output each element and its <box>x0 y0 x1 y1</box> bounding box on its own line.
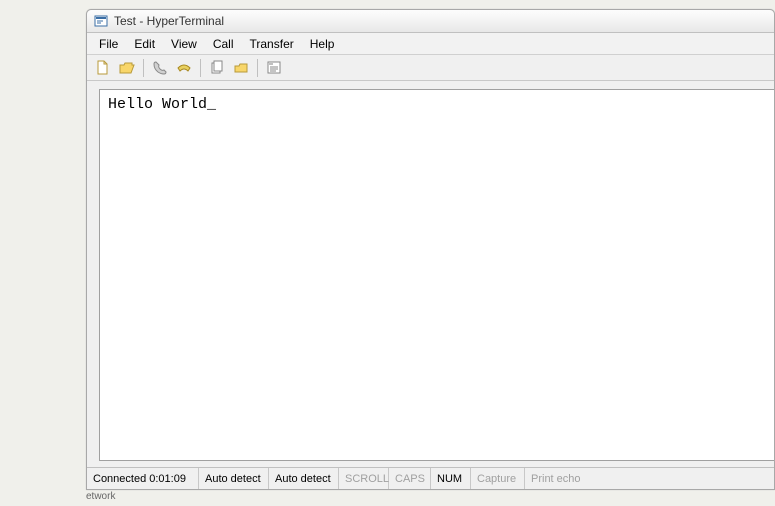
status-detect2: Auto detect <box>269 468 339 489</box>
menu-edit[interactable]: Edit <box>126 34 163 54</box>
call-icon[interactable] <box>149 57 171 79</box>
toolbar-separator <box>200 59 201 77</box>
open-file-icon[interactable] <box>116 57 138 79</box>
window-title: Test - HyperTerminal <box>114 14 224 28</box>
hangup-icon[interactable] <box>173 57 195 79</box>
send-icon[interactable] <box>206 57 228 79</box>
menu-help[interactable]: Help <box>302 34 343 54</box>
menu-file[interactable]: File <box>91 34 126 54</box>
receive-icon[interactable] <box>230 57 252 79</box>
status-connection: Connected 0:01:09 <box>87 468 199 489</box>
status-capture: Capture <box>471 468 525 489</box>
menu-call[interactable]: Call <box>205 34 242 54</box>
hyperterminal-window: Test - HyperTerminal File Edit View Call… <box>86 9 775 490</box>
terminal-area[interactable]: Hello World_ <box>99 89 774 461</box>
status-scroll: SCROLL <box>339 468 389 489</box>
toolbar-separator <box>257 59 258 77</box>
status-num: NUM <box>431 468 471 489</box>
terminal-frame: Hello World_ <box>87 81 774 467</box>
toolbar-separator <box>143 59 144 77</box>
new-file-icon[interactable] <box>92 57 114 79</box>
statusbar: Connected 0:01:09 Auto detect Auto detec… <box>87 467 774 489</box>
properties-icon[interactable] <box>263 57 285 79</box>
background-text: etwork <box>86 491 115 502</box>
status-caps: CAPS <box>389 468 431 489</box>
menu-transfer[interactable]: Transfer <box>242 34 302 54</box>
titlebar[interactable]: Test - HyperTerminal <box>87 10 774 33</box>
app-icon <box>93 13 109 29</box>
menubar: File Edit View Call Transfer Help <box>87 33 774 55</box>
terminal-output: Hello World_ <box>108 96 766 113</box>
menu-view[interactable]: View <box>163 34 205 54</box>
toolbar <box>87 55 774 81</box>
status-print-echo: Print echo <box>525 468 774 489</box>
status-detect1: Auto detect <box>199 468 269 489</box>
